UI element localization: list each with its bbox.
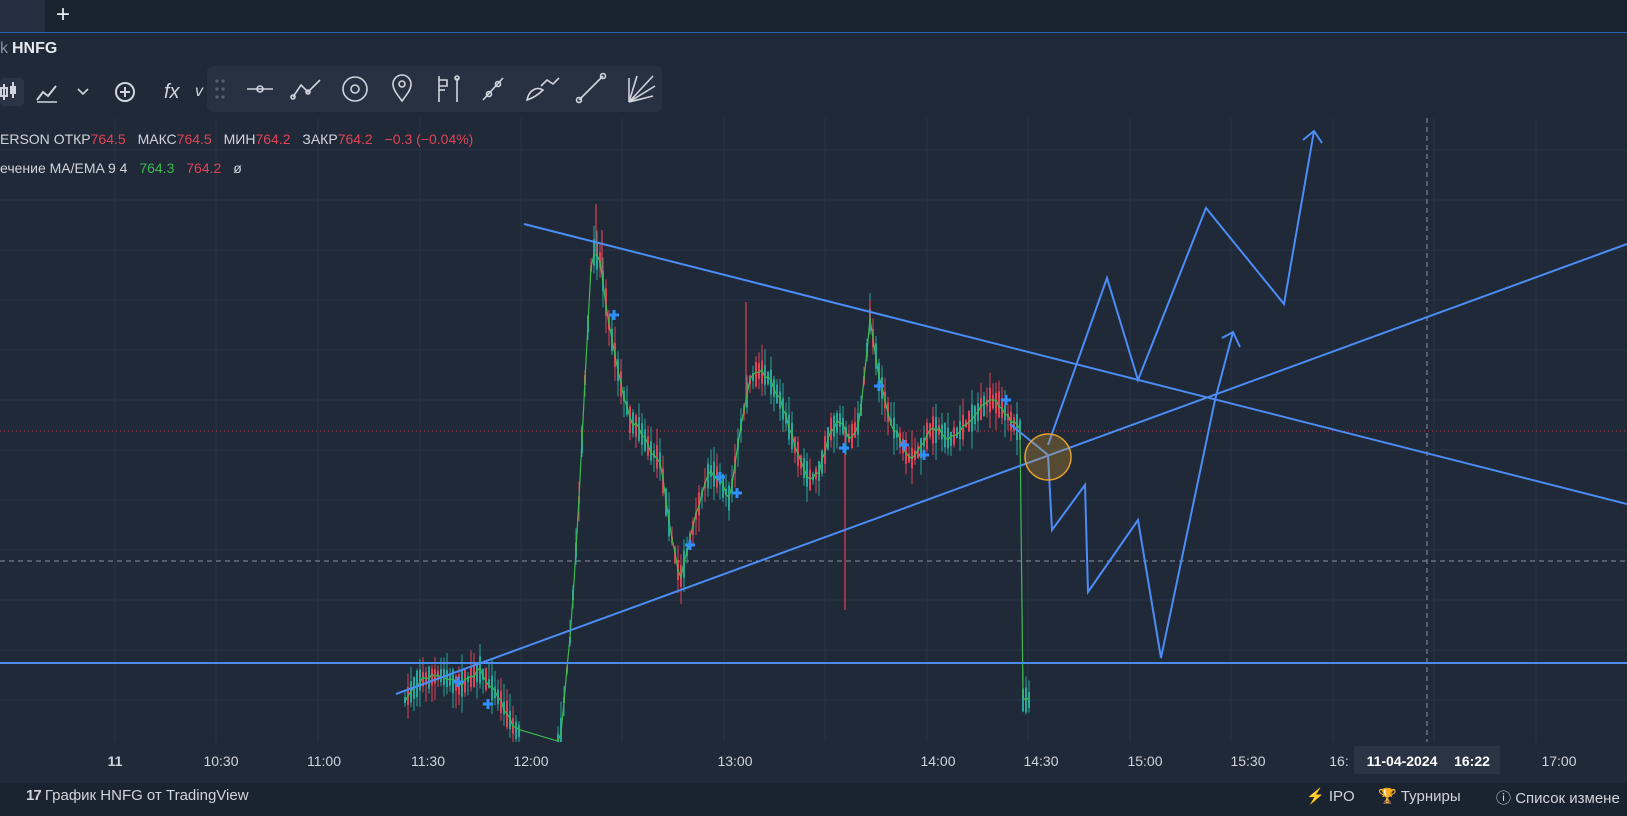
list-label: Список измене: [1515, 790, 1620, 807]
indicator-value-3: ø: [233, 160, 242, 176]
x-tick-label: 11:30: [411, 753, 445, 769]
info-icon: ⓘ: [1496, 790, 1512, 807]
candle-body: [1028, 692, 1030, 708]
candle-body: [830, 417, 832, 441]
tournaments-label: Турниры: [1400, 788, 1461, 805]
candle-body: [839, 413, 841, 427]
signal-marker: [609, 310, 619, 320]
high-label: МАКС: [137, 131, 177, 147]
x-tick-label: 11:00: [307, 753, 341, 769]
tradingview-logo-icon: 17: [26, 787, 42, 804]
ipo-link[interactable]: ⚡ IPO: [1306, 787, 1355, 805]
tournaments-link[interactable]: 🏆 Турниры: [1378, 787, 1461, 805]
signal-marker: [732, 488, 742, 498]
candle-body: [1016, 413, 1018, 441]
candle-body: [419, 669, 421, 691]
x-tick-label: 17:00: [1541, 753, 1576, 769]
x-tick-label: 10:30: [203, 753, 238, 769]
legend-name: ERSON: [0, 131, 50, 147]
candle-body: [713, 461, 715, 487]
candle-body: [449, 674, 451, 686]
projected-path-up: [1047, 130, 1315, 446]
candle-body: [992, 394, 994, 409]
change-value: −0.3 (−0.04%): [384, 131, 474, 147]
candle-body: [416, 670, 418, 698]
candle-body: [944, 422, 946, 448]
candle-body: [755, 361, 757, 387]
candle-body: [515, 721, 517, 739]
indicator-value-2: 764.2: [186, 160, 222, 176]
indicator-legend[interactable]: ечение MA/EMA 9 4 764.3 764.2 ø: [0, 160, 242, 176]
candle-body: [932, 416, 934, 444]
x-tick-label: 15:30: [1230, 753, 1265, 769]
x-tick-label: 15:00: [1127, 753, 1162, 769]
tradingview-attribution[interactable]: 17 График HNFG от TradingView: [26, 787, 249, 804]
x-tick-label: 13:00: [717, 753, 752, 769]
close-label: ЗАКР: [302, 131, 338, 147]
x-tick-label: 12:00: [513, 753, 548, 769]
candle-body: [980, 398, 982, 420]
candle-body: [440, 668, 442, 683]
descending-trendline: [523, 223, 1627, 505]
candle-body: [809, 469, 811, 491]
ohlc-legend: ERSON ОТКР764.5 МАКС764.5 МИН764.2 ЗАКР7…: [0, 131, 473, 147]
chart-grid: [0, 118, 1627, 742]
x-tick-label: 16:: [1329, 753, 1348, 769]
candle-body: [758, 363, 760, 379]
x-tick-label: 11: [108, 753, 123, 769]
candle-body: [431, 668, 433, 686]
open-label: ОТКР: [53, 131, 91, 147]
candle-body: [983, 395, 985, 417]
crosshair-date-label: 11-04-2024: [1367, 753, 1438, 769]
x-tick-label: 14:00: [920, 753, 955, 769]
low-label: МИН: [223, 131, 256, 147]
price-chart[interactable]: 11 10:30 11:00 11:30 12:00 13:00 14:00 14:30 15:…: [0, 0, 1627, 781]
candle-body: [950, 432, 952, 446]
candles-group: [404, 204, 1030, 742]
candle-body: [635, 415, 637, 437]
signal-marker: [839, 443, 849, 453]
open-value: 764.5: [90, 131, 126, 147]
attribution-text: График HNFG от TradingView: [44, 787, 249, 804]
projected-path-down: [1009, 331, 1234, 659]
candle-body: [593, 239, 595, 266]
x-tick-label: 14:30: [1023, 753, 1058, 769]
crosshair-time-label: 16:22: [1454, 753, 1490, 769]
low-value: 764.2: [255, 131, 291, 147]
highlight-circle: [1024, 433, 1072, 481]
trophy-icon: 🏆: [1378, 788, 1397, 805]
high-value: 764.5: [176, 131, 212, 147]
ipo-label: IPO: [1328, 788, 1355, 805]
list-link[interactable]: ⓘ Список измене: [1496, 787, 1620, 808]
candle-body: [656, 445, 658, 469]
indicator-name: ечение MA/EMA 9 4: [0, 160, 128, 176]
candle-body: [518, 724, 520, 738]
indicator-value-1: 764.3: [139, 160, 175, 176]
close-value: 764.2: [337, 131, 373, 147]
lightning-icon: ⚡: [1306, 788, 1325, 805]
candle-body: [956, 427, 958, 439]
